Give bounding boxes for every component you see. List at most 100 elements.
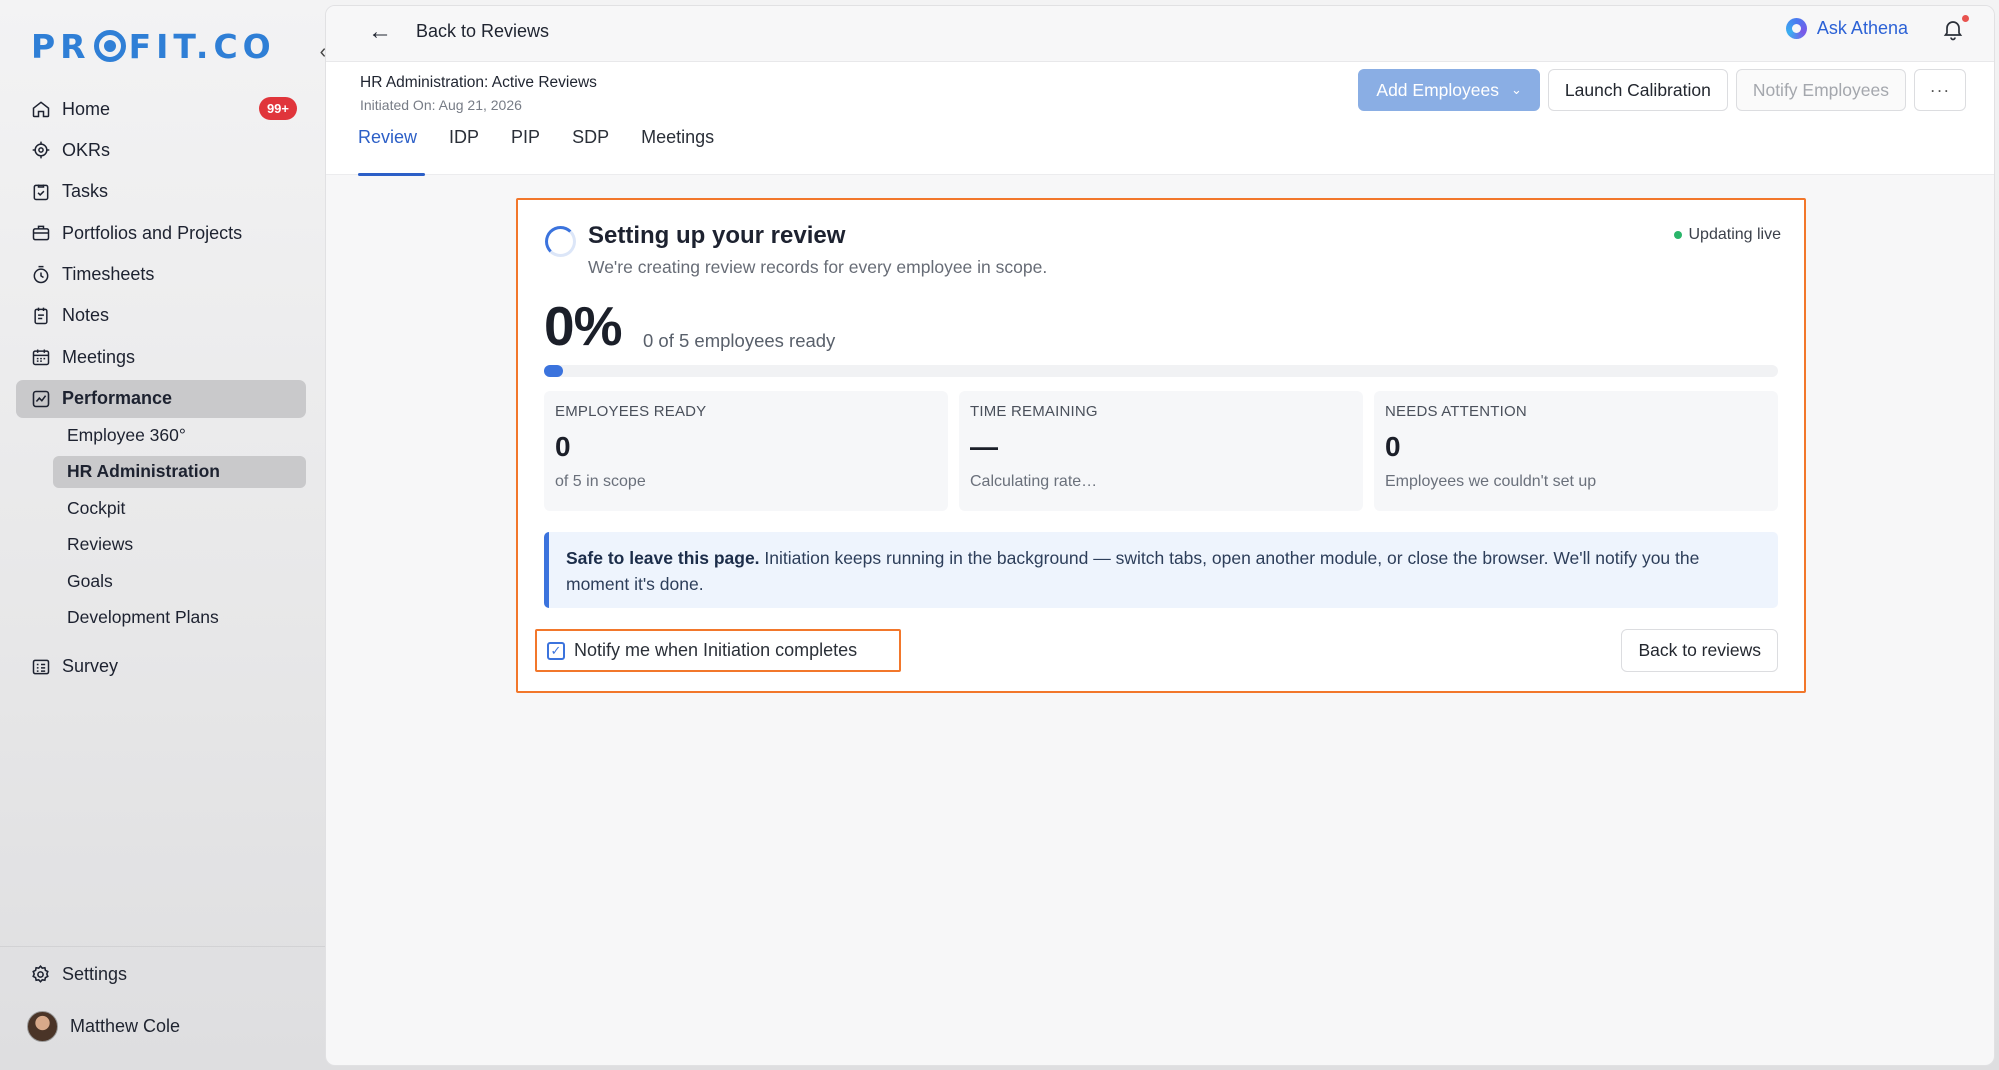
stat-description: of 5 in scope [555,473,646,490]
setup-subtitle: We're creating review records for every … [588,257,1048,277]
sidebar-item-tasks[interactable]: Tasks [16,173,306,211]
notify-when-complete-checkbox[interactable]: ✓ Notify me when Initiation completes [535,629,901,672]
sidebar-item-performance[interactable]: Performance [16,379,306,418]
top-bar: ← Back to Reviews Ask Athena [326,6,1994,62]
progress-bar [544,365,1778,377]
stat-label: NEEDS ATTENTION [1385,403,1527,420]
tab-idp[interactable]: IDP [449,124,479,175]
stat-time-remaining: TIME REMAINING — Calculating rate… [959,391,1363,511]
notify-employees-button[interactable]: Notify Employees [1735,69,1906,111]
sidebar-subitem-goals[interactable]: Goals [53,565,306,597]
sidebar-item-timesheets[interactable]: Timesheets [16,256,306,294]
back-to-reviews-link[interactable]: ← Back to Reviews [368,17,550,45]
notify-label: Notify me when Initiation completes [574,640,858,660]
stat-label: TIME REMAINING [970,403,1098,420]
gear-icon [32,965,49,983]
live-dot-icon [1673,231,1682,239]
notification-count-badge: 99+ [258,97,297,120]
chevron-down-icon: ⌄ [1510,82,1522,97]
chart-line-icon [30,388,52,410]
add-employees-label: Add Employees [1376,79,1499,100]
notes-icon [30,305,52,327]
tab-pip[interactable]: PIP [511,124,540,175]
tasks-icon [30,181,52,203]
sidebar-item-label: Performance [62,388,173,409]
target-icon [30,139,52,161]
progress-bar-fill [544,365,563,377]
review-setup-card: Setting up your review We're creating re… [516,198,1806,693]
sidebar-item-label: Survey [62,656,119,677]
header-actions: Add Employees ⌄ Launch Calibration Notif… [1350,69,1966,111]
sidebar-item-label: Portfolios and Projects [62,222,243,243]
sidebar-item-label: Tasks [62,181,109,202]
performance-subnav: Employee 360° HR Administration Cockpit … [53,419,306,634]
stat-value: — [970,431,998,462]
review-tabs: Review IDP PIP SDP Meetings [358,124,746,176]
progress-label: 0 of 5 employees ready [643,330,836,351]
arrow-left-icon: ← [368,17,392,45]
ask-athena-label: Ask Athena [1816,18,1908,38]
calendar-icon [30,346,52,368]
main-nav: Home 99+ OKRs Tasks Portfolios and Proje… [16,90,306,689]
sidebar-item-label: Meetings [62,346,136,367]
user-profile[interactable]: Matthew Cole [27,1011,180,1042]
user-name: Matthew Cole [70,1016,181,1036]
briefcase-icon [30,222,52,244]
safe-to-leave-notice: Safe to leave this page. Initiation keep… [544,532,1778,608]
notice-bold-text: Safe to leave this page. [566,548,760,568]
sidebar-item-meetings[interactable]: Meetings [16,338,306,376]
sidebar-item-label: Timesheets [62,264,155,285]
progress-percent: 0% [544,295,622,357]
launch-calibration-button[interactable]: Launch Calibration [1547,69,1728,111]
live-status: Updating live [1673,226,1781,244]
stat-label: EMPLOYEES READY [555,403,707,420]
settings-label: Settings [62,964,128,984]
sidebar-item-okrs[interactable]: OKRs [16,131,306,169]
initiated-date: Initiated On: Aug 21, 2026 [360,97,522,113]
bell-icon[interactable] [1941,17,1965,41]
tab-sdp[interactable]: SDP [572,124,609,175]
sidebar-item-settings[interactable]: Settings [30,964,127,985]
sidebar-subitem-reviews[interactable]: Reviews [53,529,306,561]
sidebar: PR FIT.CO ‹ Home 99+ OKRs Tasks Portfoli… [0,0,326,1070]
sidebar-subitem-hr-administration[interactable]: HR Administration [53,455,306,488]
sidebar-item-label: Home [62,98,111,119]
stat-description: Employees we couldn't set up [1385,473,1597,490]
more-options-button[interactable]: ··· [1914,69,1966,111]
ask-athena-button[interactable]: Ask Athena [1785,18,1908,39]
tab-meetings[interactable]: Meetings [641,124,714,175]
stat-description: Calculating rate… [970,473,1098,490]
sidebar-subitem-employee-360[interactable]: Employee 360° [53,419,306,451]
stat-employees-ready: EMPLOYEES READY 0 of 5 in scope [544,391,948,511]
page-title: HR Administration: Active Reviews [360,74,597,91]
sidebar-item-survey[interactable]: Survey [16,648,306,686]
stat-needs-attention: NEEDS ATTENTION 0 Employees we couldn't … [1374,391,1778,511]
setup-title: Setting up your review [588,222,846,249]
notification-dot [1962,15,1969,22]
athena-icon [1785,18,1807,39]
timer-icon [30,264,52,286]
loading-spinner-icon [545,226,576,257]
stats-row: EMPLOYEES READY 0 of 5 in scope TIME REM… [544,391,1778,511]
sidebar-divider [0,946,325,947]
home-icon [30,98,52,120]
survey-icon [30,656,52,678]
sidebar-item-label: Notes [62,305,110,326]
main-panel: ← Back to Reviews Ask Athena HR Administ… [325,5,1995,1066]
sidebar-item-notes[interactable]: Notes [16,297,306,335]
back-to-reviews-label: Back to Reviews [416,21,550,41]
profit-co-logo[interactable]: PR FIT.CO [31,26,276,66]
sidebar-subitem-development-plans[interactable]: Development Plans [53,602,306,634]
review-header: HR Administration: Active Reviews Initia… [326,62,1994,176]
sidebar-item-label: OKRs [62,139,111,160]
avatar [27,1011,58,1042]
tab-review[interactable]: Review [358,124,426,176]
add-employees-button[interactable]: Add Employees ⌄ [1358,69,1540,111]
sidebar-subitem-cockpit[interactable]: Cockpit [53,492,306,524]
sidebar-item-home[interactable]: Home 99+ [16,90,306,128]
checkbox-checked-icon[interactable]: ✓ [547,641,565,660]
stat-value: 0 [555,431,571,462]
back-to-reviews-button[interactable]: Back to reviews [1621,629,1778,672]
stat-value: 0 [1385,431,1401,462]
sidebar-item-portfolios[interactable]: Portfolios and Projects [16,214,306,252]
